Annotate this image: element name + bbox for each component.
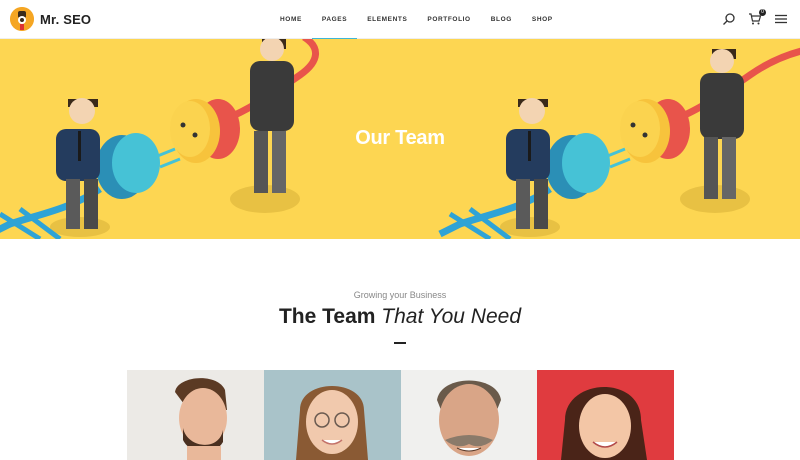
hero-title: Our Team bbox=[355, 127, 445, 149]
man-profile-portrait-icon bbox=[127, 370, 264, 460]
main-nav: HOME PAGES ELEMENTS PORTFOLIO BLOG SHOP bbox=[270, 0, 563, 40]
section-heading-italic: That You Need bbox=[381, 305, 522, 328]
logo-mascot-icon bbox=[10, 7, 34, 31]
site-header: Mr. SEO HOME PAGES ELEMENTS PORTFOLIO BL… bbox=[0, 0, 800, 40]
nav-home[interactable]: HOME bbox=[270, 0, 312, 39]
cart-icon[interactable]: 0 bbox=[748, 9, 766, 26]
logo-text: Mr. SEO bbox=[40, 11, 92, 27]
woman-glasses-portrait-icon bbox=[263, 370, 401, 460]
nav-elements[interactable]: ELEMENTS bbox=[357, 0, 417, 39]
team-member-photo[interactable] bbox=[400, 370, 538, 460]
logo[interactable]: Mr. SEO bbox=[10, 7, 91, 31]
section-subtitle: Growing your Business bbox=[353, 290, 447, 300]
hero-banner: Our Team bbox=[0, 39, 800, 239]
woman-smiling-portrait-icon bbox=[537, 370, 674, 460]
section-heading: The Team That You Need bbox=[0, 305, 800, 329]
man-mustache-portrait-icon bbox=[400, 370, 538, 460]
team-grid bbox=[127, 370, 674, 460]
nav-shop[interactable]: SHOP bbox=[522, 0, 563, 39]
nav-pages[interactable]: PAGES bbox=[311, 0, 358, 40]
section-heading-bold: The Team bbox=[278, 305, 376, 328]
team-member-photo[interactable] bbox=[263, 370, 401, 460]
cart-count-badge: 0 bbox=[759, 9, 766, 16]
search-icon[interactable] bbox=[722, 12, 736, 26]
nav-blog[interactable]: BLOG bbox=[481, 0, 522, 39]
team-member-photo[interactable] bbox=[127, 370, 264, 460]
header-actions: 0 bbox=[722, 9, 788, 26]
heading-divider bbox=[394, 342, 406, 344]
team-member-photo[interactable] bbox=[537, 370, 674, 460]
nav-portfolio[interactable]: PORTFOLIO bbox=[417, 0, 480, 39]
menu-icon[interactable] bbox=[774, 12, 788, 26]
